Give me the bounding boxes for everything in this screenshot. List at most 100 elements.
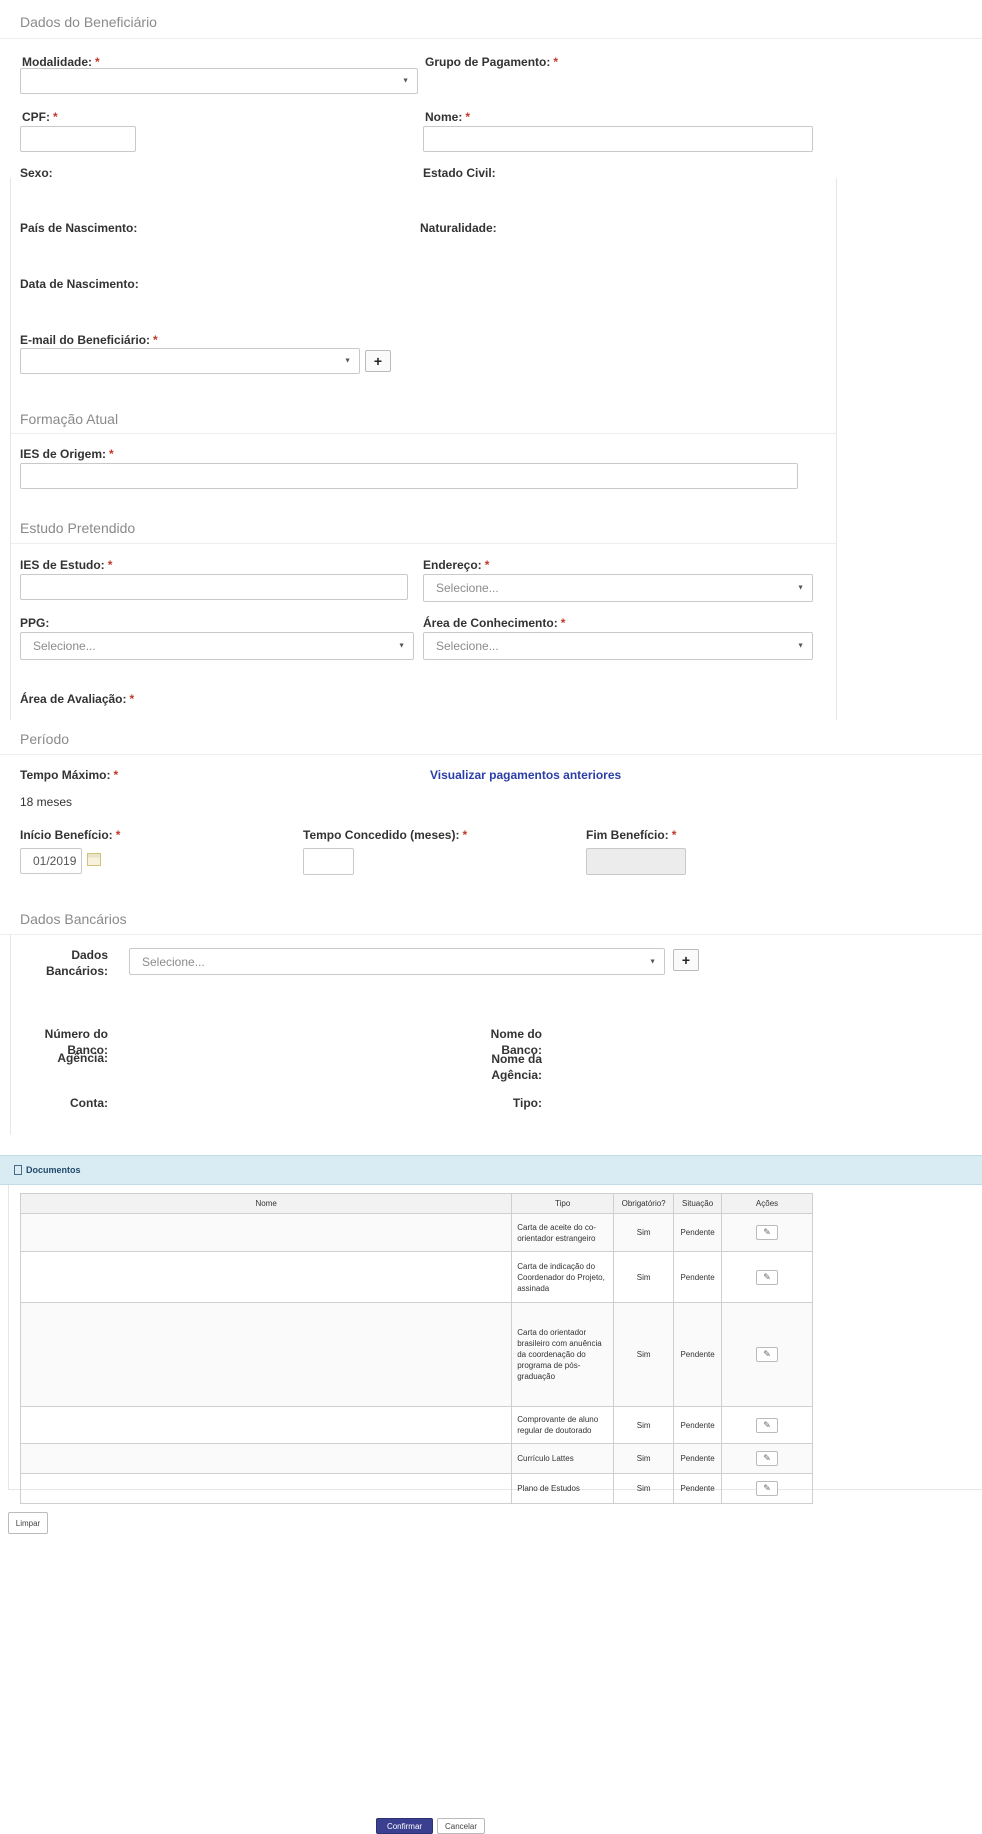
column-header-tipo: Tipo xyxy=(511,1193,615,1214)
ppg-select[interactable]: Selecione... ▼ xyxy=(20,632,414,660)
fim-beneficio-label: Fim Benefício: * xyxy=(586,828,677,842)
panel-border-left xyxy=(10,935,11,1135)
doc-tipo-cell: Carta do orientador brasileiro com anuên… xyxy=(511,1302,615,1407)
doc-obrigatorio-cell: Sim xyxy=(613,1302,675,1407)
column-header-obrigatorio: Obrigatório? xyxy=(613,1193,675,1214)
table-row: Comprovante de aluno regular de doutorad… xyxy=(19,1406,813,1444)
doc-acoes-cell: ✎ xyxy=(721,1213,813,1252)
doc-nome-cell xyxy=(19,1213,513,1252)
email-select[interactable]: ▼ xyxy=(20,348,360,374)
endereco-select[interactable]: Selecione... ▼ xyxy=(423,574,813,602)
doc-acoes-cell: ✎ xyxy=(721,1473,813,1504)
doc-situacao-cell: Pendente xyxy=(673,1251,723,1303)
area-conhecimento-select[interactable]: Selecione... ▼ xyxy=(423,632,813,660)
doc-tipo-cell: Plano de Estudos xyxy=(511,1473,615,1504)
inicio-beneficio-label: Início Benefício: * xyxy=(20,828,121,842)
table-row: Carta de aceite do co-orientador estrang… xyxy=(19,1213,813,1252)
attach-icon[interactable]: ✎ xyxy=(756,1481,779,1496)
calendar-icon[interactable] xyxy=(87,853,101,866)
estado-civil-label: Estado Civil: xyxy=(423,166,496,180)
doc-nome-cell xyxy=(19,1443,513,1474)
agencia-label: Agência: xyxy=(57,1051,108,1065)
column-header-acoes: Ações xyxy=(721,1193,813,1214)
area-conhecimento-label: Área de Conhecimento: * xyxy=(423,616,566,630)
cancelar-button[interactable]: Cancelar xyxy=(437,1818,485,1834)
endereco-selected: Selecione... xyxy=(436,581,499,595)
cpf-label: CPF: * xyxy=(22,110,58,124)
panel-border-left xyxy=(10,178,11,720)
grupo-pagamento-label: Grupo de Pagamento: * xyxy=(425,55,559,69)
fim-beneficio-input xyxy=(586,848,686,875)
modalidade-label: Modalidade: * xyxy=(22,55,100,69)
document-icon xyxy=(14,1165,22,1175)
add-dados-bancarios-button[interactable]: + xyxy=(673,949,699,971)
tempo-maximo-value: 18 meses xyxy=(20,795,73,809)
documentos-header: Documentos xyxy=(0,1155,982,1185)
ies-origem-input[interactable] xyxy=(20,463,798,489)
doc-obrigatorio-cell: Sim xyxy=(613,1473,675,1504)
email-label: E-mail do Beneficiário: * xyxy=(20,333,158,347)
table-row: Plano de Estudos Sim Pendente ✎ xyxy=(19,1473,813,1504)
attach-icon[interactable]: ✎ xyxy=(756,1417,779,1433)
doc-nome-cell xyxy=(19,1473,513,1504)
section-divider xyxy=(11,543,837,544)
data-nascimento-label: Data de Nascimento: xyxy=(20,277,139,291)
section-title-periodo: Período xyxy=(20,731,70,747)
doc-acoes-cell: ✎ xyxy=(721,1406,813,1444)
conta-label: Conta: xyxy=(70,1096,108,1110)
doc-situacao-cell: Pendente xyxy=(673,1443,723,1474)
caret-down-icon: ▼ xyxy=(344,357,351,365)
section-divider xyxy=(0,934,982,935)
doc-situacao-cell: Pendente xyxy=(673,1406,723,1444)
nome-agencia-label: Nome da Agência: xyxy=(491,1052,542,1082)
section-title-beneficiario: Dados do Beneficiário xyxy=(20,14,157,30)
attach-icon[interactable]: ✎ xyxy=(756,1451,779,1466)
doc-situacao-cell: Pendente xyxy=(673,1473,723,1504)
confirmar-button[interactable]: Confirmar xyxy=(376,1818,433,1834)
doc-situacao-cell: Pendente xyxy=(673,1213,723,1252)
nome-input[interactable] xyxy=(423,126,813,152)
doc-tipo-cell: Carta de aceite do co-orientador estrang… xyxy=(511,1213,615,1252)
documentos-title: Documentos xyxy=(26,1165,81,1175)
doc-tipo-cell: Currículo Lattes xyxy=(511,1443,615,1474)
modalidade-select[interactable]: ▼ xyxy=(20,68,418,94)
area-conhecimento-selected: Selecione... xyxy=(436,639,499,653)
table-row: Carta de indicação do Coordenador do Pro… xyxy=(19,1251,813,1303)
tempo-concedido-input[interactable] xyxy=(303,848,354,875)
doc-tipo-cell: Comprovante de aluno regular de doutorad… xyxy=(511,1406,615,1444)
section-title-formacao: Formação Atual xyxy=(20,411,119,427)
attach-icon[interactable]: ✎ xyxy=(756,1269,779,1285)
doc-acoes-cell: ✎ xyxy=(721,1302,813,1407)
attach-icon[interactable]: ✎ xyxy=(756,1347,779,1362)
doc-obrigatorio-cell: Sim xyxy=(613,1443,675,1474)
ies-estudo-input[interactable] xyxy=(20,574,408,600)
caret-down-icon: ▼ xyxy=(649,958,656,965)
caret-down-icon: ▼ xyxy=(398,642,405,650)
inicio-beneficio-input[interactable]: 01/2019 xyxy=(20,848,82,874)
doc-obrigatorio-cell: Sim xyxy=(613,1213,675,1252)
visualizar-pagamentos-link[interactable]: Visualizar pagamentos anteriores xyxy=(430,768,621,782)
caret-down-icon: ▼ xyxy=(797,584,804,592)
section-divider xyxy=(11,433,837,434)
section-divider xyxy=(0,38,982,39)
endereco-label: Endereço: * xyxy=(423,558,490,572)
add-email-button[interactable]: + xyxy=(365,350,391,372)
doc-obrigatorio-cell: Sim xyxy=(613,1251,675,1303)
dados-bancarios-selected: Selecione... xyxy=(142,954,205,969)
nome-label: Nome: * xyxy=(425,110,471,124)
table-row: Carta do orientador brasileiro com anuên… xyxy=(19,1302,813,1407)
section-title-bancarios: Dados Bancários xyxy=(20,911,127,927)
limpar-button[interactable]: Limpar xyxy=(8,1512,48,1534)
table-header-row: Nome Tipo Obrigatório? Situação Ações xyxy=(19,1193,813,1214)
doc-tipo-cell: Carta de indicação do Coordenador do Pro… xyxy=(511,1251,615,1303)
table-row: Currículo Lattes Sim Pendente ✎ xyxy=(19,1443,813,1474)
tempo-maximo-label: Tempo Máximo: * xyxy=(20,768,119,782)
doc-nome-cell xyxy=(19,1251,513,1303)
attach-icon[interactable]: ✎ xyxy=(756,1225,779,1240)
doc-acoes-cell: ✎ xyxy=(721,1443,813,1474)
cpf-input[interactable] xyxy=(20,126,136,152)
dados-bancarios-label: Dados Bancários: xyxy=(45,948,108,978)
documentos-table: Nome Tipo Obrigatório? Situação Ações Ca… xyxy=(19,1193,813,1504)
doc-situacao-cell: Pendente xyxy=(673,1302,723,1407)
dados-bancarios-select[interactable]: Selecione... ▼ xyxy=(129,948,665,975)
